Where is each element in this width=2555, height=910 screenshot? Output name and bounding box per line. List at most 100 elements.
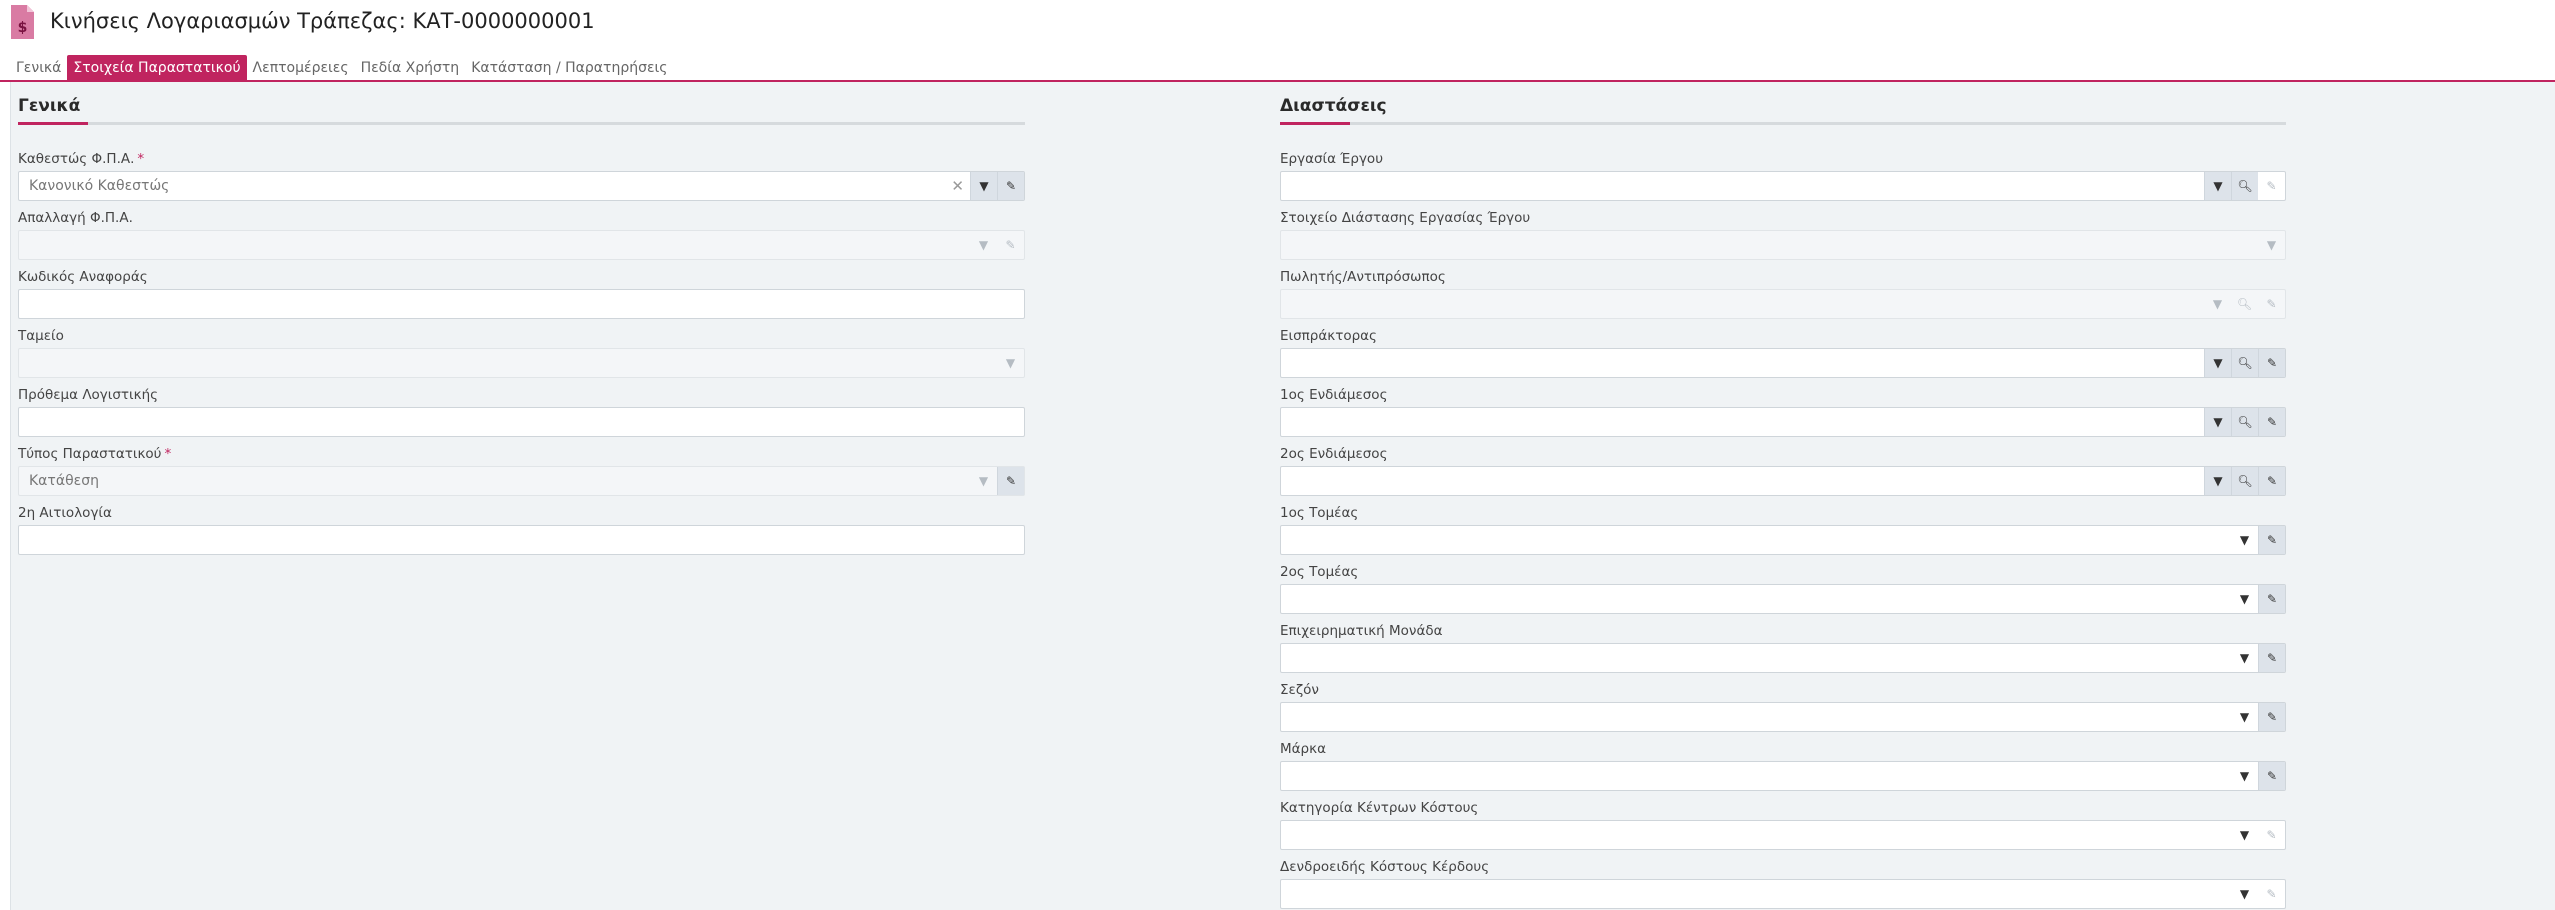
caret-down-icon[interactable]: ▼ [2204, 467, 2231, 495]
search-icon[interactable]: 🔍︎ [2231, 172, 2258, 200]
cashier-field: Ταμείο ▼ [18, 327, 1025, 378]
field-label: Εργασία Έργου [1280, 151, 1384, 167]
pencil-icon[interactable]: ✎ [2258, 703, 2285, 731]
caret-down-icon[interactable]: ▼ [2231, 644, 2258, 672]
tab-user-fields[interactable]: Πεδία Χρήστη [355, 55, 466, 81]
pencil-icon: ✎ [1005, 238, 1016, 252]
pencil-icon[interactable]: ✎ [2258, 526, 2285, 554]
clear-icon[interactable]: ✕ [951, 172, 964, 200]
pencil-icon[interactable]: ✎ [2258, 349, 2285, 377]
second-sector-field: 2ος Τομέας ▼ ✎ [1280, 563, 2286, 614]
pencil-icon[interactable]: ✎ [997, 467, 1024, 495]
tab-general[interactable]: Γενικά [10, 55, 67, 81]
field-label: Σεζόν [1280, 682, 1319, 698]
caret-down-icon[interactable]: ▼ [2231, 526, 2258, 554]
project-task-dimension-select[interactable]: ▼ [1280, 230, 2286, 260]
caret-down-icon[interactable]: ▼ [2204, 349, 2231, 377]
salesperson-lookup[interactable]: ▼ 🔍︎ ✎ [1280, 289, 2286, 319]
general-section: Γενικά Καθεστώς Φ.Π.Α. * Κανονικό Καθεστώ… [18, 94, 1025, 555]
season-field: Σεζόν ▼ ✎ [1280, 681, 2286, 732]
document-type-select[interactable]: Κατάθεση ▼ ✎ [18, 466, 1025, 496]
brand-field: Μάρκα ▼ ✎ [1280, 740, 2286, 791]
caret-down-icon: ▼ [2212, 297, 2223, 311]
first-intermediary-field: 1ος Ενδιάμεσος ▼ 🔍︎ ✎ [1280, 386, 2286, 437]
field-label: Επιχειρηματική Μονάδα [1280, 623, 1443, 639]
business-unit-field: Επιχειρηματική Μονάδα ▼ ✎ [1280, 622, 2286, 673]
project-task-dimension-field: Στοιχείο Διάστασης Εργασίας Έργου ▼ [1280, 209, 2286, 260]
accounting-prefix-input[interactable] [18, 407, 1025, 437]
pencil-icon: ✎ [2266, 887, 2277, 901]
second-reason-field: 2η Αιτιολογία [18, 504, 1025, 555]
collector-field: Εισπράκτορας ▼ 🔍︎ ✎ [1280, 327, 2286, 378]
vat-exemption-select[interactable]: ▼ ✎ [18, 230, 1025, 260]
pencil-icon: ✎ [2266, 297, 2277, 311]
tab-status-notes[interactable]: Κατάσταση / Παρατηρήσεις [465, 55, 673, 81]
business-unit-select[interactable]: ▼ ✎ [1280, 643, 2286, 673]
pencil-icon[interactable]: ✎ [2258, 467, 2285, 495]
field-value: Κατάθεση [29, 473, 99, 489]
caret-down-icon[interactable]: ▼ [2204, 408, 2231, 436]
field-label: Πρόθεμα Λογιστικής [18, 387, 159, 403]
section-title-general: Γενικά [18, 96, 81, 116]
section-divider [18, 122, 1025, 125]
field-label: 2ος Τομέας [1280, 564, 1359, 580]
caret-down-icon[interactable]: ▼ [2231, 585, 2258, 613]
pencil-icon[interactable]: ✎ [997, 172, 1024, 200]
pencil-icon[interactable]: ✎ [2258, 408, 2285, 436]
search-icon[interactable]: 🔍︎ [2231, 349, 2258, 377]
cashier-select[interactable]: ▼ [18, 348, 1025, 378]
project-task-lookup[interactable]: ▼ 🔍︎ ✎ [1280, 171, 2286, 201]
caret-down-icon: ▼ [978, 474, 989, 488]
pencil-icon[interactable]: ✎ [2258, 762, 2285, 790]
pencil-icon: ✎ [2266, 828, 2277, 842]
field-label: Εισπράκτορας [1280, 328, 1377, 344]
field-label: Δενδροειδής Κόστους Κέρδους [1280, 859, 1490, 875]
season-select[interactable]: ▼ ✎ [1280, 702, 2286, 732]
brand-select[interactable]: ▼ ✎ [1280, 761, 2286, 791]
accounting-prefix-field: Πρόθεμα Λογιστικής [18, 386, 1025, 437]
field-label: 1ος Ενδιάμεσος [1280, 387, 1388, 403]
field-value: Κανονικό Καθεστώς [29, 178, 170, 194]
collector-lookup[interactable]: ▼ 🔍︎ ✎ [1280, 348, 2286, 378]
section-divider [1280, 122, 2286, 125]
search-icon: 🔍︎ [2236, 297, 2253, 311]
caret-down-icon[interactable]: ▼ [970, 172, 997, 200]
caret-down-icon[interactable]: ▼ [2231, 880, 2258, 908]
search-icon[interactable]: 🔍︎ [2231, 467, 2258, 495]
tab-document-details[interactable]: Στοιχεία Παραστατικού [67, 55, 247, 81]
first-intermediary-lookup[interactable]: ▼ 🔍︎ ✎ [1280, 407, 2286, 437]
svg-text:$: $ [18, 20, 28, 36]
cost-profit-tree-select[interactable]: ▼ ✎ [1280, 879, 2286, 909]
cost-center-category-select[interactable]: ▼ ✎ [1280, 820, 2286, 850]
caret-down-icon[interactable]: ▼ [2231, 821, 2258, 849]
vat-regime-field: Καθεστώς Φ.Π.Α. * Κανονικό Καθεστώς ✕ ▼ ✎ [18, 150, 1025, 201]
caret-down-icon[interactable]: ▼ [2231, 703, 2258, 731]
second-sector-select[interactable]: ▼ ✎ [1280, 584, 2286, 614]
tab-details[interactable]: Λεπτομέρειες [247, 55, 355, 81]
vat-exemption-field: Απαλλαγή Φ.Π.Α. ▼ ✎ [18, 209, 1025, 260]
search-icon[interactable]: 🔍︎ [2231, 408, 2258, 436]
caret-down-icon[interactable]: ▼ [2231, 762, 2258, 790]
salesperson-field: Πωλητής/Αντιπρόσωπος ▼ 🔍︎ ✎ [1280, 268, 2286, 319]
field-label: Απαλλαγή Φ.Π.Α. [18, 210, 133, 226]
second-reason-input[interactable] [18, 525, 1025, 555]
pencil-icon[interactable]: ✎ [2258, 644, 2285, 672]
field-label: Κατηγορία Κέντρων Κόστους [1280, 800, 1479, 816]
caret-down-icon: ▼ [1005, 356, 1016, 370]
field-label: Πωλητής/Αντιπρόσωπος [1280, 269, 1446, 285]
header: $ Κινήσεις Λογαριασμών Τράπεζας: ΚΑΤ-000… [0, 0, 2555, 82]
reference-code-field: Κωδικός Αναφοράς [18, 268, 1025, 319]
document-type-field: Τύπος Παραστατικού * Κατάθεση ▼ ✎ [18, 445, 1025, 496]
caret-down-icon[interactable]: ▼ [2204, 172, 2231, 200]
first-sector-select[interactable]: ▼ ✎ [1280, 525, 2286, 555]
document-dollar-icon: $ [9, 4, 36, 40]
field-label: 2ος Ενδιάμεσος [1280, 446, 1388, 462]
pencil-icon[interactable]: ✎ [2258, 585, 2285, 613]
second-intermediary-lookup[interactable]: ▼ 🔍︎ ✎ [1280, 466, 2286, 496]
tab-bar: Γενικά Στοιχεία Παραστατικού Λεπτομέρειε… [10, 55, 673, 81]
field-label: Στοιχείο Διάστασης Εργασίας Έργου [1280, 210, 1531, 226]
form-panel: Γενικά Καθεστώς Φ.Π.Α. * Κανονικό Καθεστώ… [10, 82, 2555, 910]
vat-regime-select[interactable]: Κανονικό Καθεστώς ✕ ▼ ✎ [18, 171, 1025, 201]
caret-down-icon: ▼ [2266, 238, 2277, 252]
reference-code-input[interactable] [18, 289, 1025, 319]
